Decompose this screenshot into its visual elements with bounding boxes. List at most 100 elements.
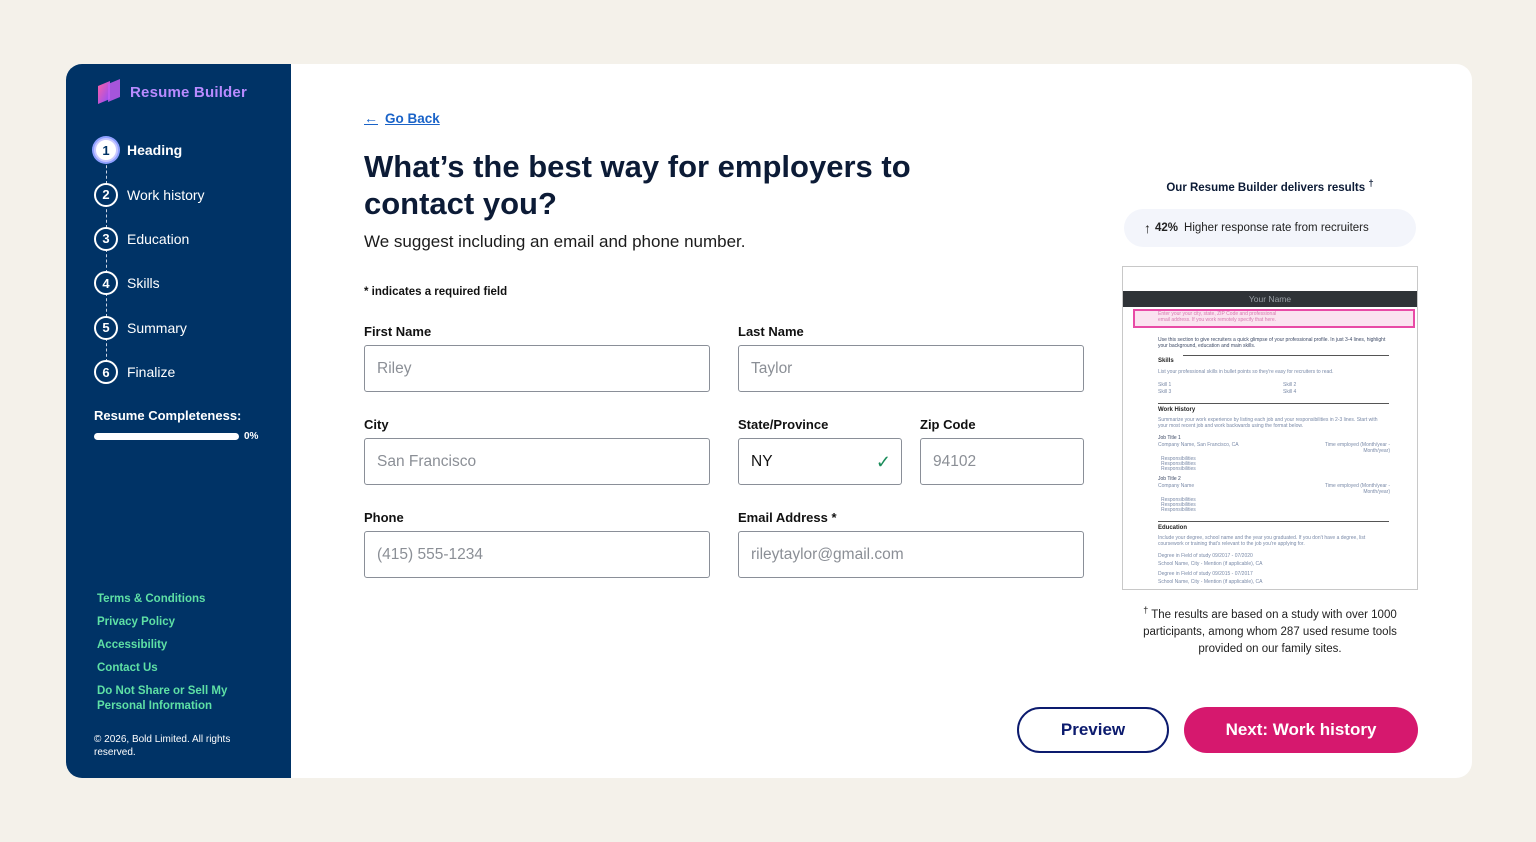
preview-rule [1158,521,1389,522]
phone-label: Phone [364,510,404,525]
preview-rule [1158,403,1389,404]
next-work-history-button[interactable]: Next: Work history [1184,707,1418,753]
resume-completeness: Resume Completeness: 0% [94,408,264,442]
resume-preview-thumbnail[interactable]: Your Name Enter your your city, state, Z… [1122,266,1418,590]
preview-responsibility: Responsibilities [1161,507,1196,513]
preview-button[interactable]: Preview [1017,707,1169,753]
preview-skill: Skill 2 [1283,382,1297,388]
main-content: ← Go Back What’s the best way for employ… [364,64,1104,778]
stat-text: Higher response rate from recruiters [1184,222,1369,234]
email-label: Email Address * [738,510,837,525]
step-label: Summary [127,319,187,336]
step-work-history[interactable]: 2 Work history [94,172,205,229]
preview-rule [1183,355,1389,356]
step-skills[interactable]: 4 Skills [94,261,205,318]
last-name-field: Last Name Taylor [738,324,1084,392]
first-name-label: First Name [364,324,432,339]
preview-skills-text: List your professional skills in bullet … [1158,369,1334,375]
privacy-policy-link[interactable]: Privacy Policy [97,615,257,630]
preview-school: School Name, City - Mention (if applicab… [1158,561,1263,567]
dagger-mark: † [1368,178,1374,189]
step-label: Finalize [127,364,176,381]
preview-degree: Degree in Field of study 09/2017 - 07/20… [1158,553,1253,559]
completeness-progress-bar [94,433,239,440]
step-number: 5 [94,315,118,340]
phone-input[interactable]: (415) 555-1234 [364,531,710,578]
zip-input[interactable]: 94102 [920,438,1084,485]
state-value: NY [751,452,773,470]
preview-job-dates: Time employed (Month/year - Month/year) [1324,483,1390,495]
stat-percent: 42% [1155,222,1179,234]
preview-job-title: Job Title 2 [1158,476,1181,482]
preview-job-company: Company Name [1158,483,1195,489]
terms-link[interactable]: Terms & Conditions [97,592,257,607]
logo-icon [96,78,122,106]
city-label: City [364,417,389,432]
step-number: 4 [94,271,118,296]
step-label: Skills [127,275,160,292]
preview-skills-heading: Skills [1158,358,1174,364]
last-name-input[interactable]: Taylor [738,345,1084,392]
step-number: 2 [94,182,118,207]
step-connector [105,248,107,273]
do-not-sell-link[interactable]: Do Not Share or Sell My Personal Informa… [97,684,257,714]
email-input[interactable]: rileytaylor@gmail.com [738,531,1084,578]
preview-responsibility: Responsibilities [1161,466,1196,472]
zip-field: Zip Code 94102 [920,417,1084,485]
city-input[interactable]: San Francisco [364,438,710,485]
step-education[interactable]: 3 Education [94,217,205,273]
page-title: What’s the best way for employers to con… [364,149,911,221]
logo[interactable]: Resume Builder [96,78,247,106]
panel-title: Our Resume Builder delivers results † [1166,178,1374,194]
preview-intro: Use this section to give recruiters a qu… [1158,337,1386,349]
step-connector [105,204,107,229]
go-back-link[interactable]: ← Go Back [364,110,440,126]
copyright: © 2026, Bold Limited. All rights reserve… [94,734,231,758]
completeness-percent: 0% [244,431,259,442]
preview-skill: Skill 4 [1283,389,1297,395]
step-connector [105,293,107,318]
zip-label: Zip Code [920,417,976,432]
step-connector [105,337,107,362]
contact-us-link[interactable]: Contact Us [97,661,257,676]
preview-skill: Skill 1 [1158,382,1172,388]
city-field: City San Francisco [364,417,710,485]
required-field-note: * indicates a required field [364,286,508,298]
step-label: Education [127,230,190,247]
preview-highlight-text: Enter your your city, state, ZIP Code an… [1158,311,1277,323]
step-heading[interactable]: 1 Heading [94,128,205,184]
preview-school: School Name, City - Mention (if applicab… [1158,579,1263,585]
preview-skill: Skill 3 [1158,389,1172,395]
preview-work-text: Summarize your work experience by listin… [1158,417,1378,429]
accessibility-link[interactable]: Accessibility [97,638,257,653]
stat-pill: ↑ 42% Higher response rate from recruite… [1124,209,1416,247]
preview-education-text: Include your degree, school name and the… [1158,535,1366,547]
step-connector [105,160,107,184]
preview-job-company: Company Name, San Francisco, CA [1158,442,1239,448]
preview-name-bar: Your Name [1123,291,1417,307]
preview-degree: Degree in Field of study 09/2015 - 07/20… [1158,571,1253,577]
step-finalize[interactable]: 6 Finalize [94,350,205,394]
step-number: 3 [94,226,118,251]
state-label: State/Province [738,417,829,432]
sidebar: Resume Builder 1 Heading 2 Work history … [66,64,291,778]
arrow-up-icon: ↑ [1144,220,1151,236]
preview-job-dates: Time employed (Month/year - Month/year) [1324,442,1390,454]
preview-education-heading: Education [1158,525,1188,531]
check-icon: ✓ [875,452,891,472]
step-summary[interactable]: 5 Summary [94,306,205,362]
state-field: State/Province NY ✓ [738,417,902,485]
go-back-label: Go Back [385,110,440,126]
state-input[interactable]: NY ✓ [738,438,902,485]
logo-text: Resume Builder [130,83,247,101]
completeness-title: Resume Completeness: [94,408,242,423]
phone-field: Phone (415) 555-1234 [364,510,710,578]
first-name-field: First Name Riley [364,324,710,392]
study-footnote: † The results are based on a study with … [1143,605,1397,655]
app-card: Resume Builder 1 Heading 2 Work history … [66,64,1472,778]
arrow-left-icon: ← [364,110,378,126]
step-label: Heading [127,142,183,159]
first-name-input[interactable]: Riley [364,345,710,392]
step-number: 6 [94,360,118,385]
step-label: Work history [127,186,205,203]
